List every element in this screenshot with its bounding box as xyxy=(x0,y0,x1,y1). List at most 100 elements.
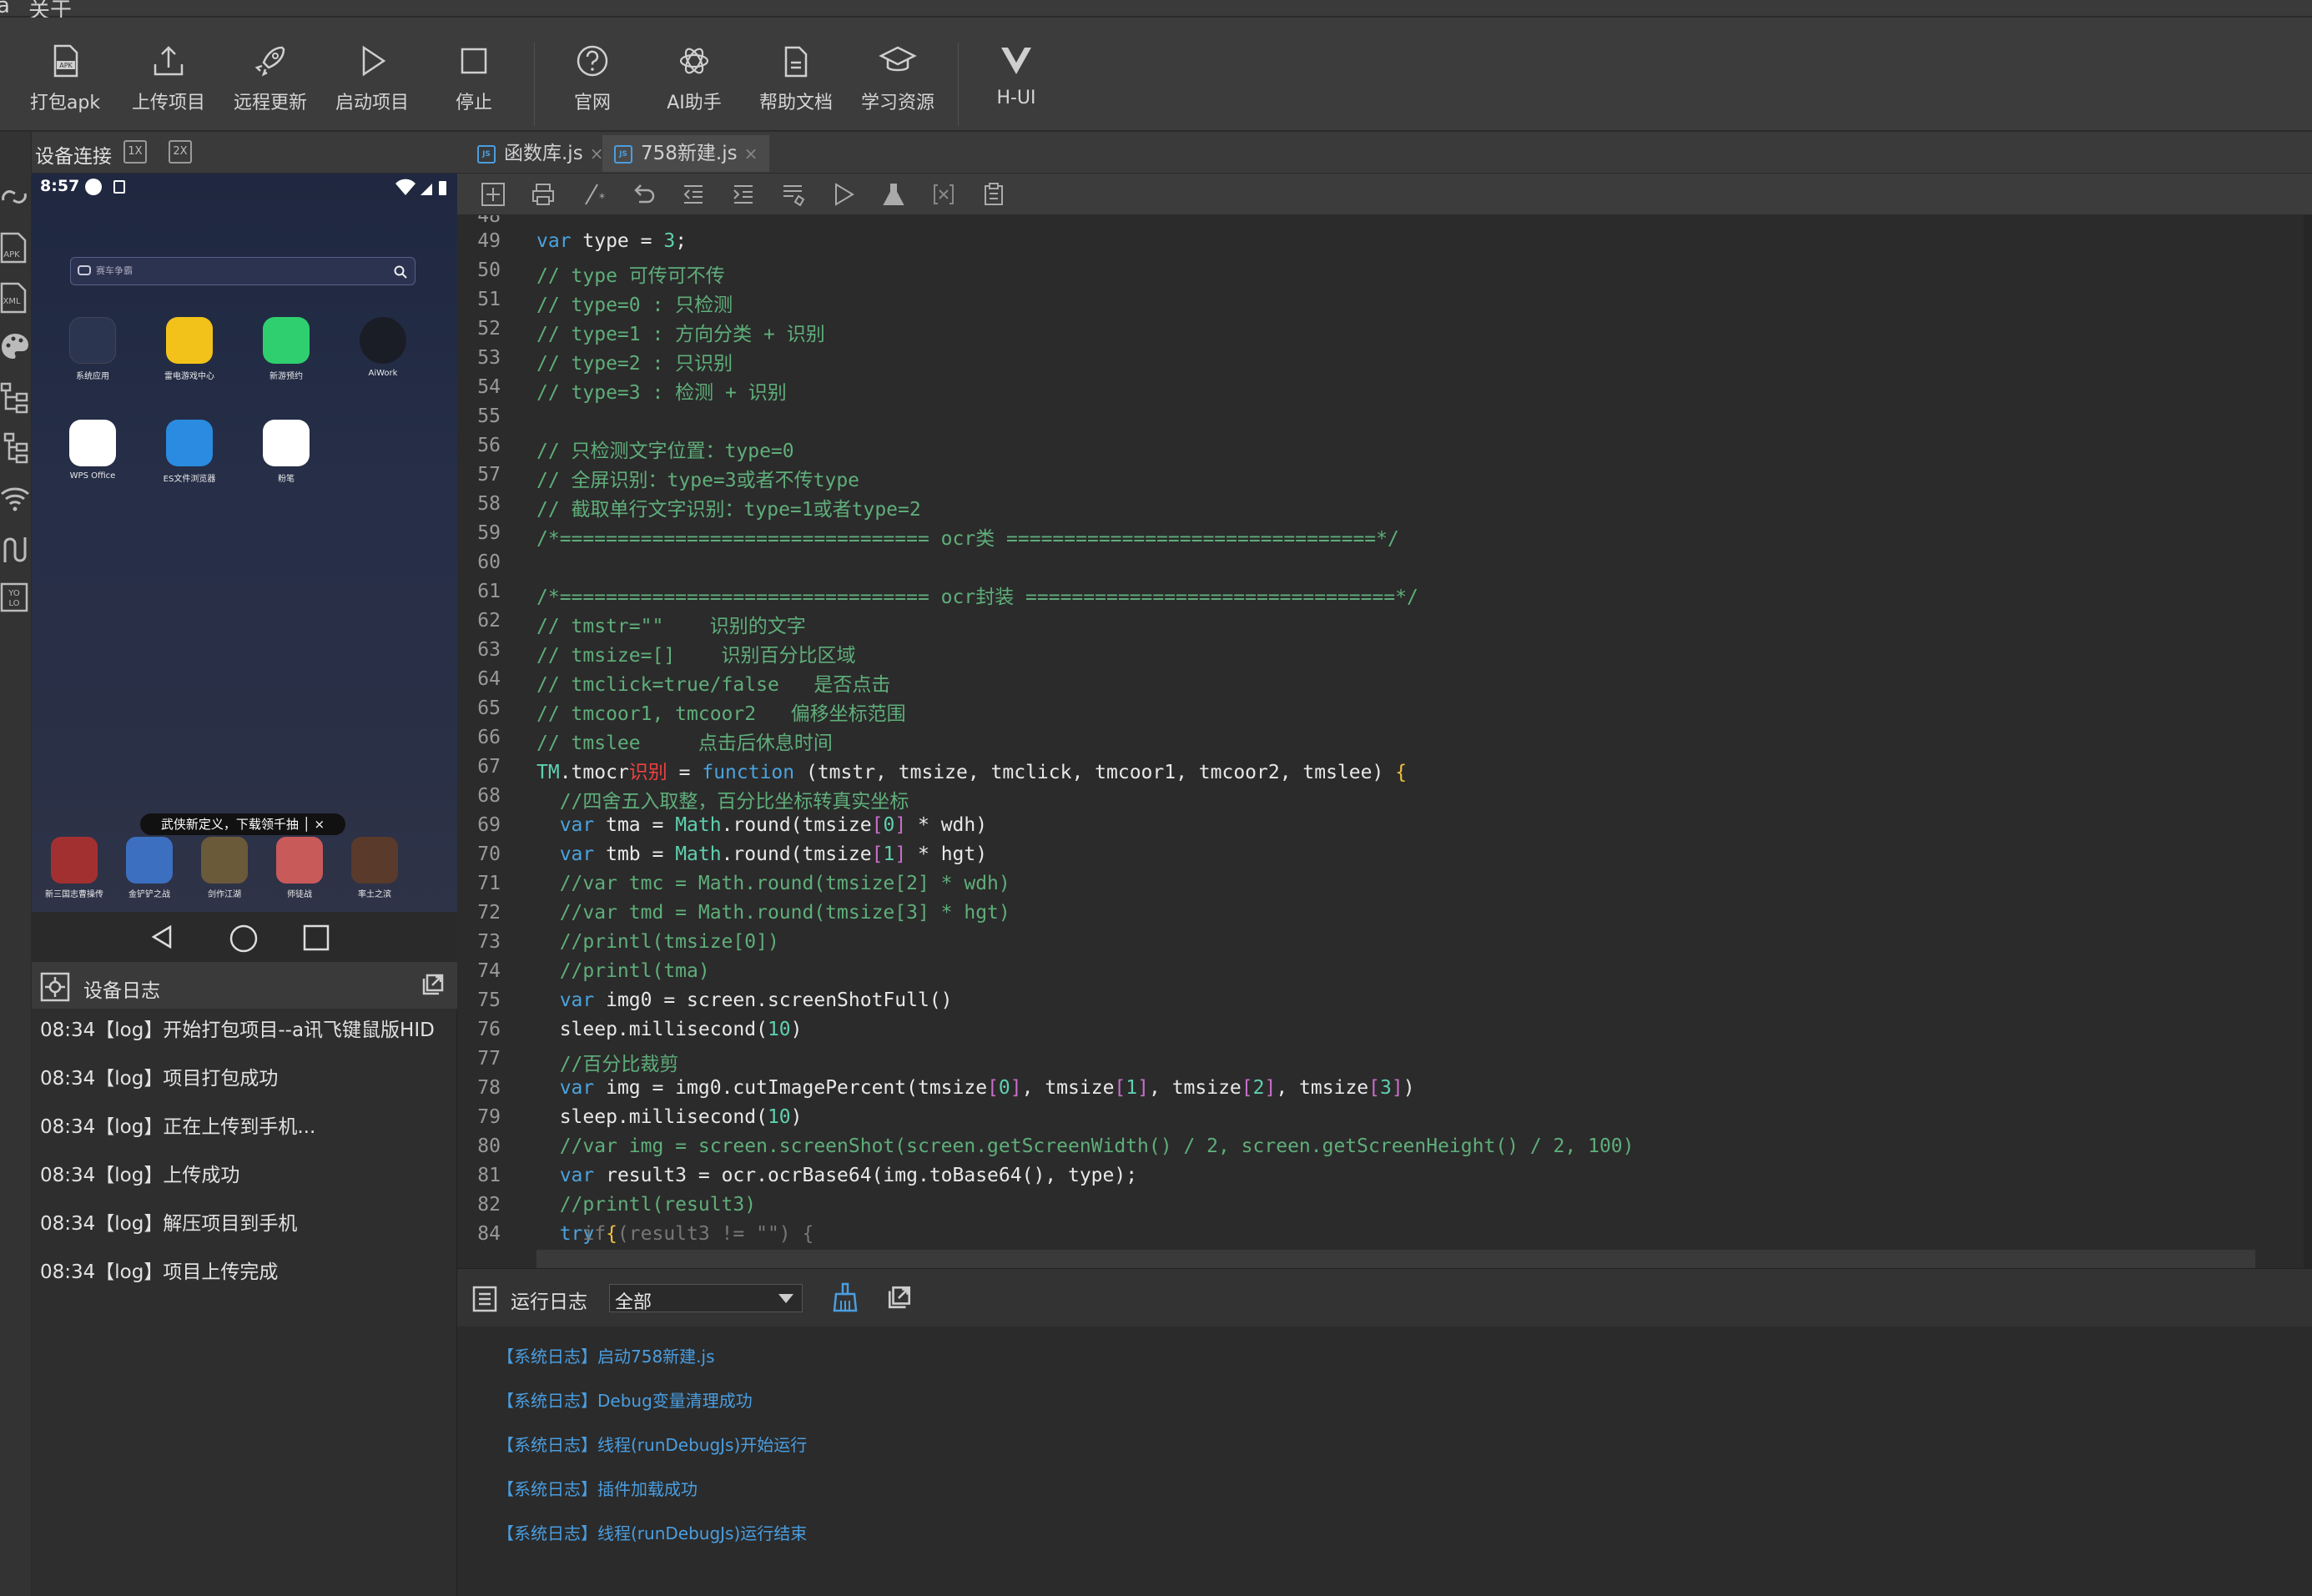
run-log-list[interactable]: 【系统日志】启动758新建.js 【系统日志】Debug变量清理成功 【系统日志… xyxy=(457,1327,2312,1596)
search-icon xyxy=(394,265,407,279)
horizontal-scrollbar[interactable] xyxy=(536,1250,2255,1268)
code-line: //百分比裁剪 xyxy=(536,1054,679,1075)
clipboard-delete-icon[interactable] xyxy=(981,182,1006,207)
code-line: //printl(tmsize[0]) xyxy=(536,931,779,953)
dock-ad-banner[interactable]: 武侠新定义，下载领千抽 │ × xyxy=(140,813,345,835)
ai-assistant-button[interactable]: AI助手 xyxy=(644,41,744,124)
run-icon[interactable] xyxy=(831,182,856,207)
dock-app-1[interactable]: 新三国志曹操传 xyxy=(38,837,110,912)
palette-icon[interactable] xyxy=(0,329,30,365)
log-filter-value: 全部 xyxy=(615,1292,652,1313)
h-ui-button[interactable]: H-UI xyxy=(966,41,1066,124)
code-line: /*================================ ocr封装… xyxy=(536,587,1418,608)
menu-item-partial[interactable]: â xyxy=(0,0,10,18)
app-icon-aiwork[interactable]: AiWork xyxy=(345,317,421,400)
run-log-header: 运行日志 全部 xyxy=(457,1268,2312,1327)
ui-tree-icon[interactable] xyxy=(0,429,30,466)
yolo-icon[interactable]: YOLO xyxy=(0,579,30,616)
stop-icon xyxy=(461,48,487,74)
usb-cable-icon[interactable] xyxy=(0,529,30,566)
dock-app-5[interactable]: 率土之滨 xyxy=(339,837,411,912)
code-line: var tmb = Math.round(tmsize[1] * hgt) xyxy=(559,843,988,865)
code-line: // type=3 : 检测 + 识别 xyxy=(536,382,787,404)
document-icon xyxy=(784,46,808,78)
tab-function-library[interactable]: JS 函数库.js × xyxy=(466,135,615,172)
comment-icon[interactable]: * xyxy=(581,182,606,207)
js-file-icon: JS xyxy=(477,145,496,164)
game-app-icon xyxy=(51,837,98,884)
broom-clear-icon[interactable] xyxy=(831,1282,859,1312)
app-label: 师徒战 xyxy=(287,890,312,899)
device-log-row: 08:34【log】项目上传完成 xyxy=(40,1261,279,1283)
log-filter-select[interactable]: 全部 xyxy=(609,1284,803,1313)
close-icon[interactable]: × xyxy=(590,143,604,164)
line-number: 60 xyxy=(477,551,501,573)
code-line: // 全屏识别：type=3或者不传type xyxy=(536,470,860,491)
start-project-button[interactable]: 启动项目 xyxy=(322,41,422,124)
indent-icon[interactable] xyxy=(731,182,756,207)
stop-label: 停止 xyxy=(455,93,492,113)
line-number: 78 xyxy=(477,1077,501,1099)
stop-button[interactable]: 停止 xyxy=(424,41,524,124)
app-icon-es-file[interactable]: ES文件浏览器 xyxy=(152,420,227,503)
gamepad-app-icon xyxy=(166,317,213,364)
app-icon-new-games[interactable]: 新游预约 xyxy=(249,317,324,400)
recents-icon[interactable] xyxy=(302,924,330,952)
remote-update-label: 远程更新 xyxy=(233,93,307,113)
code-line: // 截取单行文字识别：type=1或者type=2 xyxy=(536,499,921,521)
code-line: //var img = screen.screenShot(screen.get… xyxy=(536,1135,1635,1157)
home-icon[interactable] xyxy=(229,924,259,954)
dock-app-3[interactable]: 剑作江湖 xyxy=(189,837,260,912)
tab-758-new[interactable]: JS 758新建.js × xyxy=(602,135,770,172)
app-icon-wps[interactable]: WPS Office xyxy=(55,420,130,503)
popout-icon[interactable] xyxy=(886,1284,913,1311)
line-number: 53 xyxy=(477,347,501,369)
help-circle-icon xyxy=(577,45,608,77)
line-number: 68 xyxy=(477,785,501,807)
tree-structure-icon[interactable] xyxy=(0,379,30,415)
close-icon[interactable]: × xyxy=(744,143,758,164)
svg-text:XML: XML xyxy=(3,297,20,306)
dock-app-4[interactable]: 师徒战 xyxy=(264,837,335,912)
remote-update-button[interactable]: 远程更新 xyxy=(220,41,320,124)
phone-search-box[interactable]: 赛车争霸 xyxy=(70,257,416,285)
variable-icon[interactable] xyxy=(931,182,956,207)
vertical-scrollbar[interactable] xyxy=(2304,215,2312,1268)
line-number: 52 xyxy=(477,318,501,340)
outdent-icon[interactable] xyxy=(681,182,706,207)
link-icon[interactable] xyxy=(0,179,30,215)
device-log-row: 08:34【log】正在上传到手机... xyxy=(40,1116,316,1138)
device-screen[interactable]: 8:57 赛车争霸 系统应用 雷电游戏中心 新游预约 AiWork WPS Of… xyxy=(32,174,457,962)
line-number: 69 xyxy=(477,814,501,836)
app-icon-fenbi[interactable]: 粉笔 xyxy=(249,420,324,503)
add-icon[interactable] xyxy=(481,182,506,207)
zoom-1x-button[interactable]: 1X xyxy=(123,140,147,164)
app-icon-game-center[interactable]: 雷电游戏中心 xyxy=(152,317,227,400)
svg-text:*: * xyxy=(599,192,605,205)
dock-app-2[interactable]: 金铲铲之战 xyxy=(113,837,185,912)
line-number: 70 xyxy=(477,843,501,865)
print-icon[interactable] xyxy=(531,182,556,207)
app-icon-system-apps[interactable]: 系统应用 xyxy=(55,317,130,400)
apk-icon[interactable]: APK xyxy=(0,229,30,265)
svg-text:LO: LO xyxy=(8,599,19,608)
upload-project-button[interactable]: 上传项目 xyxy=(118,41,219,124)
editor-toolbar: * xyxy=(457,174,2312,215)
build-apk-button[interactable]: APK 打包apk xyxy=(15,41,115,124)
back-icon[interactable] xyxy=(149,924,175,950)
flask-icon[interactable] xyxy=(881,182,906,207)
xml-icon[interactable]: XML xyxy=(0,279,30,315)
official-site-button[interactable]: 官网 xyxy=(542,41,642,124)
help-docs-button[interactable]: 帮助文档 xyxy=(746,41,846,124)
wifi-icon[interactable] xyxy=(0,479,30,516)
code-editor[interactable]: 48 49 50 51 52 53 54 55 56 57 58 59 60 6… xyxy=(457,215,2312,1268)
learning-resources-button[interactable]: 学习资源 xyxy=(848,41,948,124)
device-log-row: 08:34【log】上传成功 xyxy=(40,1165,240,1186)
zoom-2x-button[interactable]: 2X xyxy=(169,140,192,164)
device-log-list[interactable]: 08:34【log】开始打包项目--a讯飞键鼠版HID 08:34【log】项目… xyxy=(32,1009,457,1596)
undo-icon[interactable] xyxy=(631,182,656,207)
popout-icon[interactable] xyxy=(421,972,446,997)
tab-label: 758新建.js xyxy=(641,143,738,164)
line-number-gutter: 48 49 50 51 52 53 54 55 56 57 58 59 60 6… xyxy=(457,215,524,1268)
format-icon[interactable] xyxy=(781,182,806,207)
